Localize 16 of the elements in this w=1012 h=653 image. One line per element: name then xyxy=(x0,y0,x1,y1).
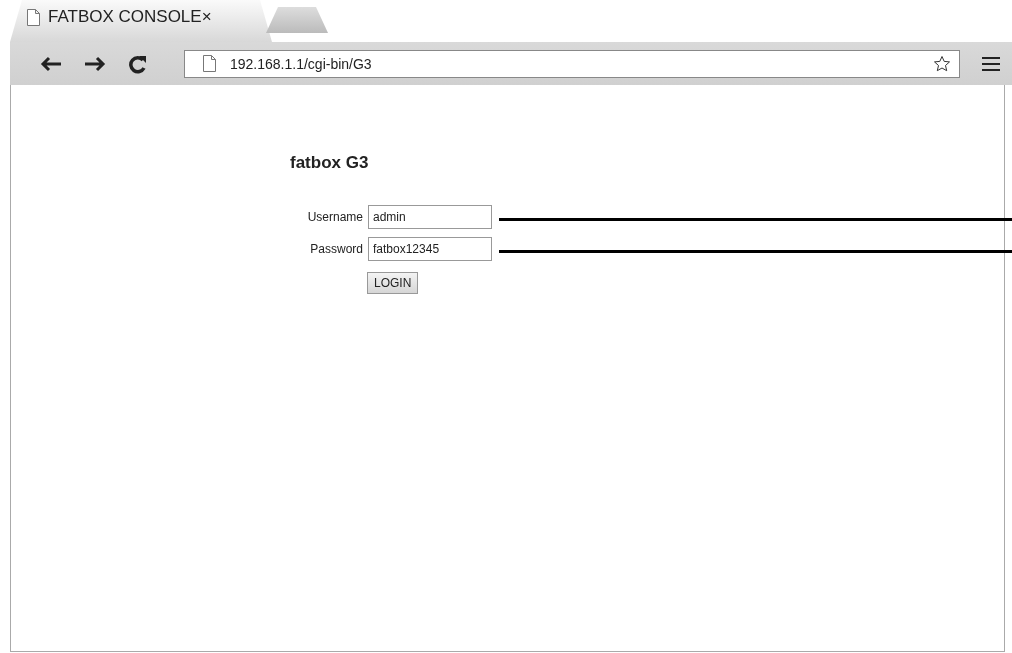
input-field[interactable]: fatbox12345 xyxy=(368,237,492,261)
input-field[interactable]: admin xyxy=(368,205,492,229)
back-icon[interactable] xyxy=(40,55,62,72)
page-heading: fatbox G3 xyxy=(290,153,370,173)
forward-icon[interactable] xyxy=(84,55,106,72)
field-label: Password xyxy=(309,242,363,256)
close-tab-icon[interactable]: × xyxy=(201,7,212,27)
browser-tab[interactable]: FATBOX CONSOLE× xyxy=(10,0,272,42)
menu-icon[interactable] xyxy=(982,55,1000,72)
page-icon xyxy=(27,8,40,26)
page-icon xyxy=(203,55,216,72)
tab-title: FATBOX CONSOLE xyxy=(48,7,202,27)
field-label: Username xyxy=(306,210,363,224)
reload-icon[interactable] xyxy=(128,53,148,74)
login-button[interactable]: LOGIN xyxy=(367,272,419,294)
bookmark-star-icon[interactable] xyxy=(933,54,951,73)
